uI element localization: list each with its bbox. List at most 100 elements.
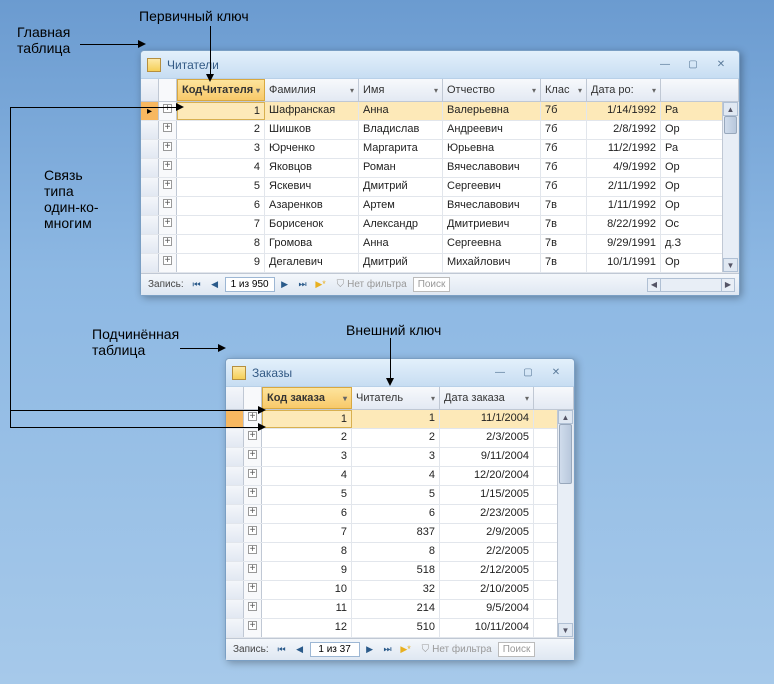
- cell-reader[interactable]: 4: [352, 467, 440, 485]
- row-header[interactable]: [226, 524, 244, 542]
- row-header[interactable]: ▸: [141, 102, 159, 120]
- table-row[interactable]: +1111/1/2004: [226, 410, 574, 429]
- cell-firstname[interactable]: Владислав: [359, 121, 443, 139]
- expand-button[interactable]: +: [244, 486, 262, 504]
- table-row[interactable]: +222/3/2005: [226, 429, 574, 448]
- cell-firstname[interactable]: Маргарита: [359, 140, 443, 158]
- cell-id[interactable]: 5: [177, 178, 265, 196]
- table-row[interactable]: ▸+1ШафранскаяАннаВалерьевна7б1/14/1992Ра: [141, 102, 739, 121]
- titlebar[interactable]: Читатели — ▢ ✕: [141, 51, 739, 79]
- row-header[interactable]: [226, 562, 244, 580]
- cell-date[interactable]: 2/3/2005: [440, 429, 534, 447]
- cell-lastname[interactable]: Громова: [265, 235, 359, 253]
- nav-position-input[interactable]: [310, 642, 360, 657]
- cell-reader[interactable]: 1: [352, 410, 440, 428]
- table-row[interactable]: +9ДегалевичДмитрийМихайлович7в10/1/1991О…: [141, 254, 739, 273]
- cell-reader[interactable]: 5: [352, 486, 440, 504]
- nav-next-button[interactable]: ▶: [277, 277, 293, 293]
- cell-order-id[interactable]: 6: [262, 505, 352, 523]
- scroll-thumb[interactable]: [724, 116, 737, 134]
- scroll-down-button[interactable]: ▼: [723, 258, 738, 272]
- table-row[interactable]: +5ЯскевичДмитрийСергеевич7б2/11/1992Ор: [141, 178, 739, 197]
- cell-firstname[interactable]: Анна: [359, 102, 443, 120]
- cell-dob[interactable]: 4/9/1992: [587, 159, 661, 177]
- select-all-corner[interactable]: [226, 387, 244, 409]
- cell-order-id[interactable]: 3: [262, 448, 352, 466]
- table-row[interactable]: +6АзаренковАртемВячеславович7в1/11/1992О…: [141, 197, 739, 216]
- cell-dob[interactable]: 1/11/1992: [587, 197, 661, 215]
- cell-lastname[interactable]: Шишков: [265, 121, 359, 139]
- nav-new-button[interactable]: ▶*: [313, 277, 329, 293]
- cell-class[interactable]: 7в: [541, 235, 587, 253]
- cell-class[interactable]: 7б: [541, 121, 587, 139]
- row-header[interactable]: [141, 197, 159, 215]
- cell-date[interactable]: 2/12/2005: [440, 562, 534, 580]
- cell-reader[interactable]: 2: [352, 429, 440, 447]
- search-input[interactable]: Поиск: [498, 642, 536, 657]
- cell-order-id[interactable]: 2: [262, 429, 352, 447]
- cell-firstname[interactable]: Анна: [359, 235, 443, 253]
- minimize-button[interactable]: —: [653, 57, 677, 73]
- column-header-overflow[interactable]: [661, 79, 739, 101]
- cell-date[interactable]: 11/1/2004: [440, 410, 534, 428]
- table-row[interactable]: +339/11/2004: [226, 448, 574, 467]
- close-button[interactable]: ✕: [544, 365, 568, 381]
- expand-button[interactable]: +: [159, 235, 177, 253]
- cell-lastname[interactable]: Яскевич: [265, 178, 359, 196]
- cell-lastname[interactable]: Юрченко: [265, 140, 359, 158]
- table-row[interactable]: +662/23/2005: [226, 505, 574, 524]
- cell-reader[interactable]: 32: [352, 581, 440, 599]
- cell-reader[interactable]: 518: [352, 562, 440, 580]
- table-row[interactable]: +7БорисенокАлександрДмитриевич7в8/22/199…: [141, 216, 739, 235]
- cell-order-id[interactable]: 12: [262, 619, 352, 637]
- cell-date[interactable]: 10/11/2004: [440, 619, 534, 637]
- expand-button[interactable]: +: [159, 102, 177, 120]
- cell-reader[interactable]: 510: [352, 619, 440, 637]
- cell-date[interactable]: 2/2/2005: [440, 543, 534, 561]
- cell-id[interactable]: 8: [177, 235, 265, 253]
- cell-id[interactable]: 2: [177, 121, 265, 139]
- row-header[interactable]: [226, 505, 244, 523]
- cell-date[interactable]: 1/15/2005: [440, 486, 534, 504]
- cell-lastname[interactable]: Борисенок: [265, 216, 359, 234]
- cell-dob[interactable]: 11/2/1992: [587, 140, 661, 158]
- nav-first-button[interactable]: ⏮: [274, 642, 290, 658]
- table-row[interactable]: +112149/5/2004: [226, 600, 574, 619]
- table-row[interactable]: +4412/20/2004: [226, 467, 574, 486]
- expand-button[interactable]: +: [244, 581, 262, 599]
- row-header[interactable]: [226, 448, 244, 466]
- expand-button[interactable]: +: [244, 429, 262, 447]
- cell-reader[interactable]: 837: [352, 524, 440, 542]
- table-row[interactable]: +78372/9/2005: [226, 524, 574, 543]
- cell-date[interactable]: 9/5/2004: [440, 600, 534, 618]
- cell-class[interactable]: 7в: [541, 216, 587, 234]
- cell-firstname[interactable]: Роман: [359, 159, 443, 177]
- cell-order-id[interactable]: 1: [262, 410, 352, 428]
- expand-button[interactable]: +: [159, 159, 177, 177]
- cell-order-id[interactable]: 4: [262, 467, 352, 485]
- cell-order-id[interactable]: 10: [262, 581, 352, 599]
- row-header[interactable]: [141, 140, 159, 158]
- cell-class[interactable]: 7б: [541, 140, 587, 158]
- nav-first-button[interactable]: ⏮: [189, 277, 205, 293]
- cell-lastname[interactable]: Дегалевич: [265, 254, 359, 272]
- cell-dob[interactable]: 1/14/1992: [587, 102, 661, 120]
- cell-lastname[interactable]: Азаренков: [265, 197, 359, 215]
- minimize-button[interactable]: —: [488, 365, 512, 381]
- column-header-date[interactable]: Дата заказа▾: [440, 387, 534, 409]
- cell-date[interactable]: 2/9/2005: [440, 524, 534, 542]
- column-header-order-id[interactable]: Код заказа▾: [262, 387, 352, 409]
- cell-id[interactable]: 3: [177, 140, 265, 158]
- cell-lastname[interactable]: Шафранская: [265, 102, 359, 120]
- maximize-button[interactable]: ▢: [681, 57, 705, 73]
- cell-date[interactable]: 2/10/2005: [440, 581, 534, 599]
- expand-button[interactable]: +: [244, 600, 262, 618]
- nav-last-button[interactable]: ⏭: [380, 642, 396, 658]
- cell-id[interactable]: 7: [177, 216, 265, 234]
- table-row[interactable]: +551/15/2005: [226, 486, 574, 505]
- cell-reader[interactable]: 3: [352, 448, 440, 466]
- cell-middlename[interactable]: Дмитриевич: [443, 216, 541, 234]
- cell-middlename[interactable]: Валерьевна: [443, 102, 541, 120]
- cell-class[interactable]: 7в: [541, 254, 587, 272]
- cell-middlename[interactable]: Сергеевич: [443, 178, 541, 196]
